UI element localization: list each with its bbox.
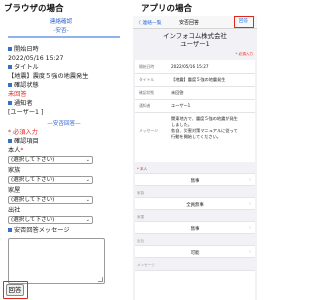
resize-handle-icon[interactable] bbox=[98, 277, 103, 282]
option-office[interactable]: 可能 › bbox=[135, 245, 255, 258]
chevron-down-icon: ⌄ bbox=[85, 157, 90, 163]
self-select[interactable]: (選択して下さい) ⌄ bbox=[8, 156, 93, 164]
title-label: タイトル bbox=[8, 64, 39, 71]
option-house[interactable]: 無事 › bbox=[135, 221, 255, 234]
recipient-label: 通知者 bbox=[8, 100, 33, 107]
browser-heading: ブラウザの場合 bbox=[4, 4, 64, 14]
back-button[interactable]: 〈 連絡一覧 bbox=[136, 19, 162, 26]
message-input[interactable] bbox=[135, 270, 255, 300]
reply-button[interactable]: 回答 bbox=[6, 284, 24, 296]
page-title: 連絡確認 bbox=[49, 19, 73, 25]
bullet-icon bbox=[8, 82, 12, 87]
chevron-down-icon: ⌄ bbox=[85, 177, 90, 183]
required-note: * 必須入力 bbox=[235, 52, 253, 56]
divider bbox=[135, 99, 255, 100]
office-select[interactable]: (選択して下さい) ⌄ bbox=[8, 216, 93, 224]
confirm-label: 確認状態 bbox=[8, 82, 39, 89]
divider bbox=[135, 112, 255, 113]
chevron-down-icon: ⌄ bbox=[85, 217, 90, 223]
items-label: 確認項目 bbox=[8, 138, 39, 145]
info-card: 開始日時 2022/05/16 15:27 タイトル 【地震】震度５強の地震発生 確… bbox=[135, 60, 255, 162]
family-select[interactable]: (選択して下さい) ⌄ bbox=[8, 176, 93, 184]
chevron-right-icon: › bbox=[249, 201, 251, 207]
bullet-icon bbox=[8, 227, 12, 232]
reply-highlight bbox=[234, 16, 254, 28]
section-divider: —安否回答— bbox=[47, 121, 81, 127]
app-heading: アプリの場合 bbox=[141, 4, 193, 14]
chevron-down-icon: ⌄ bbox=[85, 197, 90, 203]
page-subtitle: -安否- bbox=[53, 28, 69, 34]
required-note: * 必須入力 bbox=[8, 129, 38, 136]
group-label: メッセージ bbox=[137, 263, 155, 267]
company-heading: インフォコム株式会社 ユーザー1 bbox=[163, 32, 227, 48]
title-divider bbox=[8, 36, 120, 38]
recipient-value: [ユーザー1 ] bbox=[8, 109, 44, 116]
chevron-right-icon: › bbox=[249, 249, 251, 255]
app-screen: 〈 連絡一覧 安否回答 回答 インフォコム株式会社 ユーザー1 * 必須入力 開… bbox=[133, 16, 257, 300]
start-label: 開始日時 bbox=[8, 46, 39, 53]
field-office-label: 出社 bbox=[8, 207, 21, 214]
message-textarea[interactable] bbox=[8, 238, 105, 284]
bullet-icon bbox=[8, 100, 12, 105]
bullet-icon bbox=[8, 46, 12, 51]
divider bbox=[135, 86, 255, 87]
chevron-right-icon: › bbox=[249, 177, 251, 183]
confirm-value: 未回答 bbox=[8, 91, 27, 98]
group-label: * 本人 bbox=[137, 167, 148, 171]
option-family[interactable]: 全員無事 › bbox=[135, 197, 255, 210]
group-label: 家屋 bbox=[137, 215, 145, 219]
chevron-right-icon: › bbox=[249, 225, 251, 231]
field-self-label: 本人* bbox=[8, 147, 24, 154]
message-row: メッセージ 関東地方で、震度５強の地震が発生 しました。 各自、災害対策マニュア… bbox=[139, 116, 238, 139]
group-label: 家族 bbox=[137, 191, 145, 195]
group-label: 出社 bbox=[137, 239, 145, 243]
house-select[interactable]: (選択して下さい) ⌄ bbox=[8, 196, 93, 204]
divider bbox=[135, 73, 255, 74]
title-value: 【地震】震度５強の地震発生 bbox=[8, 73, 89, 80]
bullet-icon bbox=[8, 138, 12, 143]
nav-title: 安否回答 bbox=[178, 20, 199, 26]
bullet-icon bbox=[8, 64, 12, 69]
option-self[interactable]: 無事 › bbox=[135, 173, 255, 186]
browser-panel: ブラウザの場合 連絡確認 -安否- 開始日時 2022/05/16 15:27 … bbox=[0, 0, 122, 300]
field-family-label: 家族 bbox=[8, 167, 21, 174]
field-house-label: 家屋 bbox=[8, 187, 21, 194]
start-value: 2022/05/16 15:27 bbox=[8, 55, 64, 62]
app-panel: アプリの場合 〈 連絡一覧 安否回答 回答 インフォコム株式会社 ユーザー1 *… bbox=[133, 0, 257, 300]
message-label: 安否回答メッセージ bbox=[8, 227, 70, 234]
